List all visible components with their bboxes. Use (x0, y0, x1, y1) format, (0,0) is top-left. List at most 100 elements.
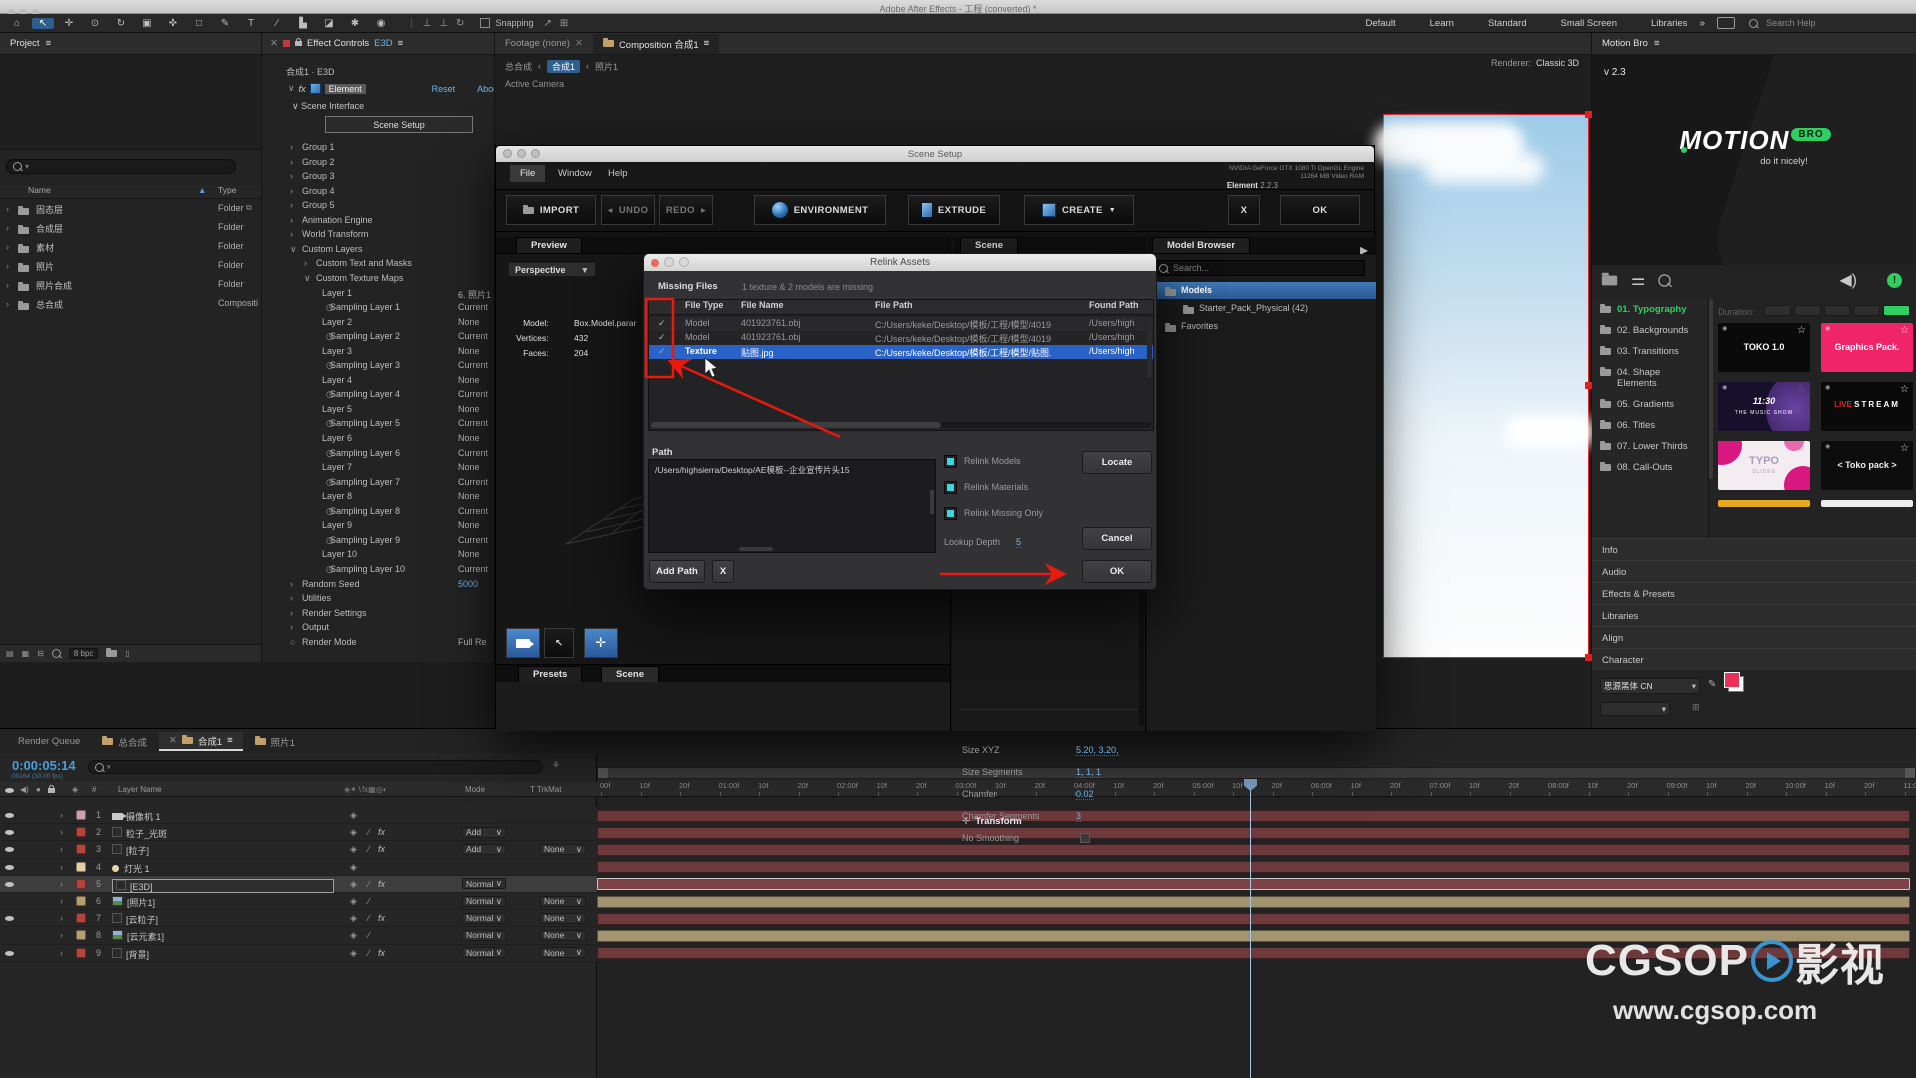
panel-menu-icon[interactable]: ≡ (46, 38, 52, 49)
layer-name[interactable]: 摄像机 1 (112, 810, 161, 823)
property-value[interactable]: None (458, 433, 480, 443)
collapse-switch[interactable]: ◈ (350, 913, 357, 924)
edit-value[interactable]: 1, 1, 1 (1076, 767, 1101, 778)
category--shape-elements[interactable]: 04. Shape Elements (1592, 362, 1708, 394)
effect-property-row[interactable]: › Group 4 (262, 185, 495, 199)
about-button[interactable]: About... (477, 84, 495, 94)
eye-icon[interactable] (5, 951, 14, 956)
eye-icon[interactable] (5, 813, 14, 818)
collapse-switch[interactable]: ◈ (350, 810, 357, 821)
property-value[interactable]: None (458, 491, 480, 501)
scene-setup-titlebar[interactable]: Scene Setup (496, 146, 1374, 162)
effect-property-row[interactable]: ◷ Sampling Layer 7 Current (262, 476, 495, 490)
workspace-overflow[interactable]: » (1699, 18, 1705, 29)
project-row[interactable]: › 总合成 Compositi (0, 295, 262, 314)
quality-switch[interactable]: ∕ (368, 948, 370, 958)
ok-button[interactable]: OK (1280, 195, 1360, 225)
dock-panel-align[interactable]: Align (1592, 626, 1916, 648)
layer-duration-bar[interactable] (597, 861, 1910, 873)
property-value[interactable]: None (458, 520, 480, 530)
shape-tool-icon[interactable]: □ (188, 18, 210, 29)
timeline-tab-总合成[interactable]: 总合成 (92, 732, 157, 751)
dock-panel-info[interactable]: Info (1592, 538, 1916, 560)
effect-property-row[interactable]: ○ Render Mode Full Re (262, 636, 495, 650)
font-style-select[interactable]: ▾ (1600, 702, 1670, 716)
selection-tool-icon[interactable]: ↖ (32, 18, 54, 29)
property-value[interactable]: Current (458, 535, 488, 545)
label-color-chip[interactable] (76, 827, 86, 837)
selection-handle[interactable] (1585, 111, 1592, 118)
layer-row[interactable]: › 2 粒子_光斑 ◈ ∕ fx Add∨ (0, 824, 597, 841)
fill-color-swatch[interactable] (1724, 672, 1740, 688)
effect-property-row[interactable]: Layer 10 None (262, 548, 495, 562)
eye-icon[interactable] (5, 916, 14, 921)
favorite-star-icon[interactable]: ☆ (1900, 384, 1909, 395)
property-value[interactable]: Current (458, 418, 488, 428)
composition-tab[interactable]: Composition 合成1 ≡ (593, 34, 719, 54)
category--gradients[interactable]: 05. Gradients (1592, 394, 1708, 415)
layer-row[interactable]: › 8 [云元素1] ◈ ∕ Normal∨ None∨ (0, 927, 597, 944)
property-value[interactable]: Current (458, 506, 488, 516)
snap-options-icon[interactable]: ↗ (543, 18, 551, 29)
effect-property-row[interactable]: › Group 5 (262, 199, 495, 213)
playhead-line[interactable] (1250, 779, 1251, 1078)
workspace-default[interactable]: Default (1366, 18, 1396, 29)
label-color-chip[interactable] (76, 913, 86, 923)
effect-property-row[interactable]: ◷ Sampling Layer 5 Current (262, 417, 495, 431)
project-row[interactable]: › 固态层 Folder ⧉ (0, 200, 262, 219)
property-value[interactable]: Current (458, 331, 488, 341)
quality-switch[interactable]: ∕ (368, 879, 370, 889)
effect-property-row[interactable]: Layer 7 None (262, 461, 495, 475)
duration-filter[interactable] (1764, 305, 1910, 315)
effect-name[interactable]: Element (325, 84, 366, 94)
fx-switch[interactable]: fx (378, 879, 385, 889)
layer-name[interactable]: 粒子_光斑 (112, 827, 167, 840)
effect-property-row[interactable]: ∨ Custom Texture Maps (262, 272, 495, 286)
label-color-chip[interactable] (76, 948, 86, 958)
project-row[interactable]: › 合成层 Folder (0, 219, 262, 238)
new-folder-icon[interactable] (106, 650, 117, 657)
property-value[interactable]: Current (458, 302, 488, 312)
effect-property-row[interactable]: › Utilities (262, 592, 495, 606)
project-search-input[interactable]: ▾ (6, 159, 236, 174)
collapse-switch[interactable]: ◈ (350, 896, 357, 907)
remove-path-button[interactable]: X (712, 560, 734, 583)
pan-behind-tool-icon[interactable]: ✜ (162, 18, 184, 29)
missing-file-row[interactable]: ✓ Model 401923761.obj C:/Users/keke/Desk… (649, 331, 1153, 345)
collapse-switch[interactable]: ◈ (350, 930, 357, 941)
favorite-star-icon[interactable]: ☆ (1797, 325, 1806, 336)
property-value[interactable]: Current (458, 360, 488, 370)
layer-row[interactable]: › 3 [粒子] ◈ ∕ fx Add∨ None∨ (0, 841, 597, 858)
filter-settings-icon[interactable]: ⚌ (1631, 270, 1644, 290)
search-project-icon[interactable] (52, 649, 61, 658)
no-smoothing-checkbox[interactable] (1080, 833, 1090, 843)
view-axis-icon[interactable]: ↻ (456, 18, 464, 29)
pen-tool-icon[interactable]: ✎ (214, 18, 236, 29)
project-row[interactable]: › 素材 Folder (0, 238, 262, 257)
close-tab-icon[interactable]: ✕ (270, 38, 278, 49)
favorite-star-icon[interactable]: ☆ (1900, 325, 1909, 336)
property-value[interactable]: Current (458, 477, 488, 487)
effect-property-row[interactable]: ◷ Sampling Layer 3 Current (262, 359, 495, 373)
duration-segment[interactable] (1824, 305, 1851, 316)
edit-value[interactable]: 5.20, 3.20, (1076, 745, 1119, 756)
camera-tool-icon[interactable]: ▣ (136, 18, 158, 29)
property-value[interactable]: 6. 照片1 (458, 288, 491, 301)
icon-view-icon[interactable]: ▦ (22, 649, 30, 658)
trkmat-select[interactable]: None∨ (540, 913, 586, 924)
sound-icon[interactable]: ◀) (1839, 270, 1857, 290)
missing-file-row[interactable]: ✓ Texture 贴图.jpg C:/Users/keke/Desktop/模… (649, 345, 1153, 359)
puppet-tool-icon[interactable]: ◉ (370, 18, 392, 29)
property-value[interactable]: None (458, 549, 480, 559)
scene-setup-button[interactable]: Scene Setup (325, 116, 473, 133)
layer-name[interactable]: [云粒子] (112, 913, 158, 926)
relink-option[interactable]: Relink Missing Only (944, 506, 1043, 520)
blend-mode-select[interactable]: Normal∨ (462, 913, 506, 924)
blend-mode-select[interactable]: Add∨ (462, 844, 506, 855)
view-select[interactable]: Perspective▼ (508, 262, 596, 277)
workspace-standard[interactable]: Standard (1488, 18, 1527, 29)
quality-switch[interactable]: ∕ (368, 827, 370, 837)
add-path-button[interactable]: Add Path (649, 560, 705, 583)
home-icon[interactable]: ⌂ (6, 18, 28, 29)
rotobrush-tool-icon[interactable]: ✱ (344, 18, 366, 29)
